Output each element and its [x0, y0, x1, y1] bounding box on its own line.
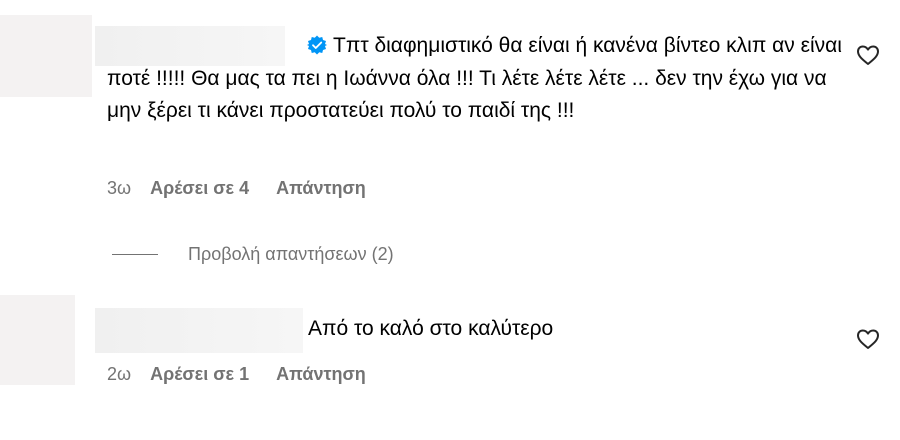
comment-meta: 3ω Αρέσει σε 4 Απάντηση	[107, 178, 366, 199]
username-redacted[interactable]	[95, 308, 303, 353]
comment-body: Από το καλό στο καλύτερο	[308, 317, 554, 340]
avatar[interactable]	[0, 15, 92, 97]
like-count-button[interactable]: Αρέσει σε 4	[150, 178, 249, 199]
divider-line	[112, 254, 158, 255]
avatar[interactable]	[0, 295, 75, 385]
comment-meta: 2ω Αρέσει σε 1 Απάντηση	[107, 364, 366, 385]
verified-badge-icon	[307, 35, 327, 55]
heart-outline-icon[interactable]	[856, 328, 880, 350]
comment-time: 2ω	[107, 364, 132, 384]
reply-button[interactable]: Απάντηση	[276, 364, 366, 385]
like-count-button[interactable]: Αρέσει σε 1	[150, 364, 249, 385]
comment-body: Τπτ διαφημιστικό θα είναι ή κανένα βίντε…	[107, 34, 842, 122]
comments-panel: Τπτ διαφημιστικό θα είναι ή κανένα βίντε…	[0, 0, 900, 440]
view-replies-label: Προβολή απαντήσεων (2)	[188, 244, 394, 264]
heart-outline-icon[interactable]	[856, 44, 880, 66]
reply-button[interactable]: Απάντηση	[276, 178, 366, 199]
comment-text: Από το καλό στο καλύτερο	[308, 313, 828, 346]
view-replies-button[interactable]: Προβολή απαντήσεων (2)	[112, 244, 394, 265]
comment-text: Τπτ διαφημιστικό θα είναι ή κανένα βίντε…	[107, 30, 852, 128]
comment-time: 3ω	[107, 178, 132, 198]
